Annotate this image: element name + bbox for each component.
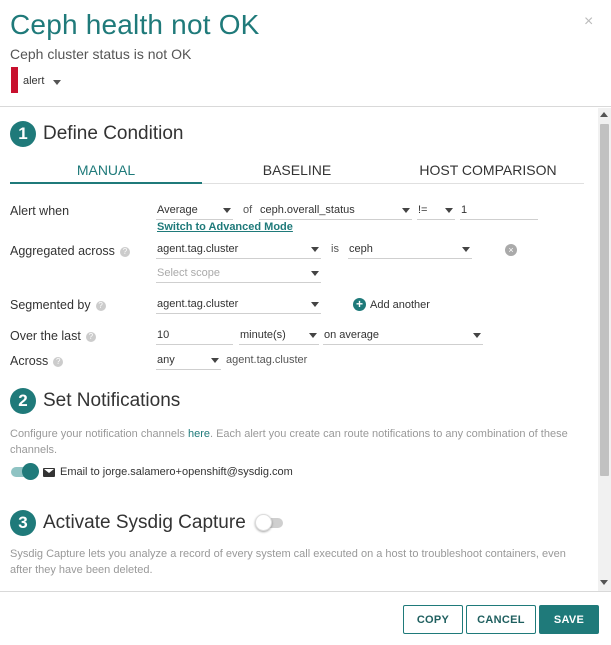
remove-scope-icon[interactable]: × [505, 244, 517, 256]
duration-input[interactable]: 10 [156, 327, 233, 345]
aggregation-select[interactable]: Average [156, 202, 233, 220]
across-tag-text: agent.tag.cluster [226, 354, 308, 366]
condition-tabs: MANUAL BASELINE HOST COMPARISON [10, 156, 584, 184]
evaluation-mode-value: on average [324, 329, 380, 341]
active-tab-indicator [10, 182, 202, 184]
threshold-value: 1 [461, 204, 468, 216]
of-text: of [243, 204, 253, 216]
section-title: Activate Sysdig Capture [43, 512, 246, 533]
scope-placeholder: Select scope [157, 267, 220, 279]
over-the-last-text: Over the last [10, 329, 81, 343]
severity-color-bar [11, 67, 18, 93]
chevron-down-icon [402, 208, 410, 213]
step-number-badge: 2 [10, 388, 36, 414]
scope-value: ceph [349, 243, 373, 255]
metric-value: ceph.overall_status [260, 204, 355, 216]
alert-form: 1 Define Condition MANUAL BASELINE HOST … [0, 108, 598, 591]
segment-tag-value: agent.tag.cluster [157, 298, 239, 310]
section-title: Define Condition [43, 123, 184, 144]
notification-channels-link[interactable]: here [188, 428, 210, 440]
step-number-badge: 1 [10, 121, 36, 147]
help-icon[interactable]: ? [53, 356, 64, 367]
operator-value: != [418, 204, 428, 216]
aggregated-across-label: Aggregated across? [10, 244, 130, 258]
switch-advanced-mode-link[interactable]: Switch to Advanced Mode [157, 221, 293, 233]
chevron-down-icon [462, 247, 470, 252]
tab-host-comparison[interactable]: HOST COMPARISON [392, 162, 584, 178]
across-text: Across [10, 354, 49, 368]
close-icon[interactable]: × [584, 14, 593, 30]
time-unit-value: minute(s) [240, 329, 286, 341]
help-icon[interactable]: ? [119, 246, 130, 257]
scroll-up-arrow-icon[interactable] [600, 112, 608, 117]
chevron-down-icon [311, 302, 319, 307]
chevron-down-icon [311, 271, 319, 276]
modal-header: Ceph health not OK Ceph cluster status i… [0, 0, 611, 107]
tab-baseline[interactable]: BASELINE [202, 162, 392, 178]
envelope-icon [43, 468, 55, 477]
section-set-notifications: 2 Set Notifications [10, 388, 180, 414]
is-text: is [331, 243, 339, 255]
capture-toggle[interactable] [255, 514, 283, 531]
across-quantifier-value: any [157, 354, 175, 366]
chevron-down-icon[interactable] [53, 80, 61, 85]
chevron-down-icon [445, 208, 453, 213]
alert-description: Ceph cluster status is not OK [10, 46, 192, 62]
vertical-scrollbar[interactable] [598, 108, 611, 591]
scope-value-select[interactable]: ceph [348, 241, 472, 259]
scroll-down-arrow-icon[interactable] [600, 580, 608, 585]
segmented-by-label: Segmented by? [10, 298, 106, 312]
scope-tag-value: agent.tag.cluster [157, 243, 239, 255]
save-button[interactable]: SAVE [539, 605, 599, 634]
aggregation-value: Average [157, 204, 198, 216]
toggle-knob [22, 463, 39, 480]
metric-select[interactable]: ceph.overall_status [259, 202, 412, 220]
aggregated-across-text: Aggregated across [10, 244, 115, 258]
add-another-button[interactable]: + Add another [353, 298, 430, 311]
operator-select[interactable]: != [417, 202, 455, 220]
segment-tag-select[interactable]: agent.tag.cluster [156, 296, 321, 314]
help-icon[interactable]: ? [95, 300, 106, 311]
severity-dropdown[interactable]: alert [23, 75, 44, 87]
notifications-description: Configure your notification channels her… [10, 426, 570, 458]
chevron-down-icon [311, 247, 319, 252]
modal-footer: COPY CANCEL SAVE [0, 591, 611, 645]
section-activate-capture: 3 Activate Sysdig Capture [10, 510, 246, 536]
email-channel-label: Email to jorge.salamero+openshift@sysdig… [60, 466, 293, 478]
duration-value: 10 [157, 329, 170, 341]
evaluation-mode-select[interactable]: on average [323, 327, 483, 345]
copy-button[interactable]: COPY [403, 605, 463, 634]
tab-manual[interactable]: MANUAL [10, 162, 202, 178]
email-notification-toggle[interactable] [11, 463, 39, 480]
cancel-button[interactable]: CANCEL [466, 605, 536, 634]
alert-title: Ceph health not OK [10, 9, 260, 40]
chevron-down-icon [211, 358, 219, 363]
scope-tag-select[interactable]: agent.tag.cluster [156, 241, 321, 259]
segmented-by-text: Segmented by [10, 298, 91, 312]
section-define-condition: 1 Define Condition [10, 121, 183, 147]
chevron-down-icon [473, 333, 481, 338]
chevron-down-icon [223, 208, 231, 213]
description-text: Configure your notification channels [10, 428, 188, 440]
add-scope-select[interactable]: Select scope [156, 265, 321, 283]
scrollbar-thumb[interactable] [600, 124, 609, 476]
step-number-badge: 3 [10, 510, 36, 536]
alert-when-label: Alert when [10, 204, 70, 218]
across-label: Across? [10, 354, 64, 368]
over-the-last-label: Over the last? [10, 329, 96, 343]
across-quantifier-select[interactable]: any [156, 352, 221, 370]
chevron-down-icon [309, 333, 317, 338]
capture-description: Sysdig Capture lets you analyze a record… [10, 548, 566, 576]
section-title: Set Notifications [43, 390, 181, 411]
threshold-input[interactable]: 1 [460, 202, 538, 220]
time-unit-select[interactable]: minute(s) [239, 327, 319, 345]
plus-icon: + [353, 298, 366, 311]
add-another-label: Add another [370, 298, 430, 311]
toggle-knob [255, 514, 272, 531]
help-icon[interactable]: ? [85, 331, 96, 342]
